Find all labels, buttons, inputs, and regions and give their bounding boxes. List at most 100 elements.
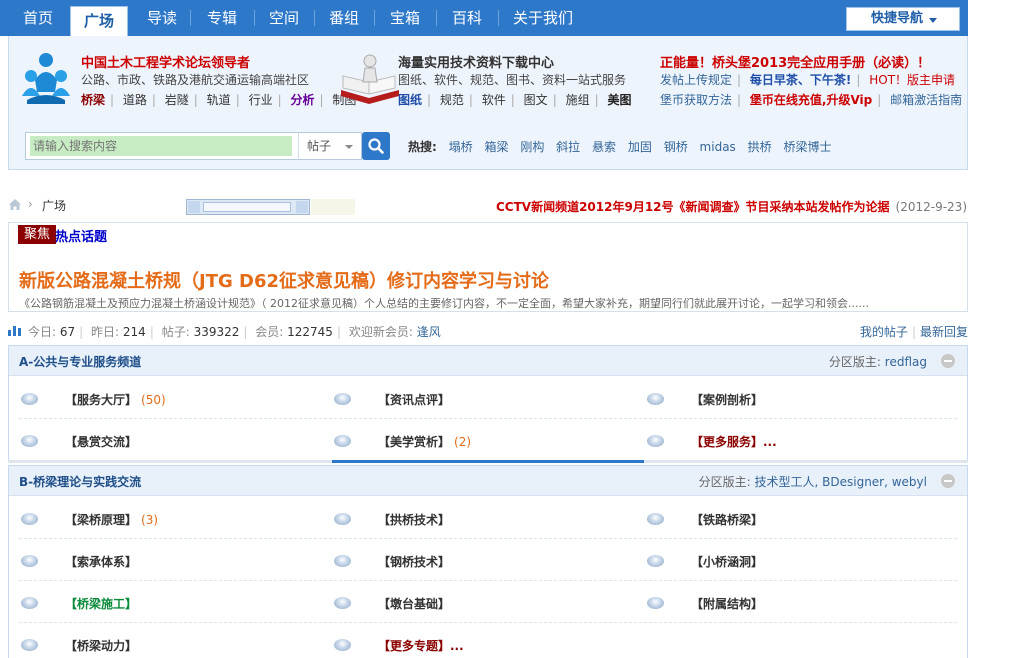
hot-term[interactable]: 钢桥 (664, 140, 688, 154)
forum-title[interactable]: 【案例剖析】 (691, 393, 763, 407)
scrollbar-thumb[interactable] (203, 202, 291, 212)
forum-section-a: A-公共与专业服务频道 分区版主: redflag 【服务大厅】 (50) 【资讯… (8, 345, 968, 461)
link-drawings[interactable]: 图纸 (398, 93, 422, 107)
search-scope-value: 帖子 (307, 139, 332, 153)
link-tunnel[interactable]: 岩隧 (165, 93, 189, 107)
nav-item-plaza[interactable]: 广场 (70, 6, 128, 36)
moderator-link[interactable]: 技术型工人, BDesigner, webyl (755, 475, 928, 489)
moderators-label: 分区版主: (828, 355, 881, 369)
forum-title[interactable]: 【更多服务】... (691, 435, 777, 449)
forum-title[interactable]: 【墩台基础】 (378, 597, 450, 611)
nav-item-treasure[interactable]: 宝箱 (378, 0, 432, 36)
forum-title[interactable]: 【服务大厅】 (65, 393, 137, 407)
link-moderator-apply[interactable]: HOT！版主申请 (869, 73, 955, 87)
community-people-icon (22, 53, 70, 104)
forum-title[interactable]: 【小桥涵洞】 (691, 555, 763, 569)
link-photos[interactable]: 美图 (607, 93, 631, 107)
link-bridge[interactable]: 桥梁 (81, 93, 105, 107)
stat-welcome-label: 欢迎新会员: (348, 325, 413, 339)
nav-item-wiki[interactable]: 百科 (440, 0, 494, 36)
link-road[interactable]: 道路 (123, 93, 147, 107)
link-graphics[interactable]: 图文 (524, 93, 548, 107)
hot-term[interactable]: 塌桥 (449, 140, 473, 154)
promo-middle-links: 图纸 | 规范 | 软件 | 图文 | 施组 | 美图 (398, 93, 632, 107)
search-button[interactable] (362, 132, 390, 160)
forum-name: 【案例剖析】 (691, 391, 763, 408)
nav-item-space[interactable]: 空间 (258, 0, 310, 36)
forum-title[interactable]: 【钢桥技术】 (378, 555, 450, 569)
latest-replies-link[interactable]: 最新回复 (920, 325, 968, 339)
nav-item-home[interactable]: 首页 (14, 0, 62, 36)
link-codes[interactable]: 规范 (440, 93, 464, 107)
nav-item-about[interactable]: 关于我们 (502, 0, 584, 36)
link-analysis[interactable]: 分析 (290, 93, 314, 107)
forum-title[interactable]: 【悬赏交流】 (65, 435, 137, 449)
forum-title[interactable]: 【美学赏析】 (378, 435, 450, 449)
focus-headline[interactable]: 新版公路混凝土桥规（JTG D62征求意见稿）修订内容学习与讨论 (19, 267, 549, 293)
forum-title[interactable]: 【附属结构】 (691, 597, 763, 611)
search-box (25, 132, 299, 160)
search-scope-select[interactable]: 帖子 (298, 132, 362, 160)
hot-term[interactable]: 桥梁博士 (783, 140, 831, 154)
forum-title[interactable]: 【更多专题】... (378, 639, 464, 653)
promo-right-line2: 发帖上传规定 | 每日早茶、下午茶! | HOT！版主申请 (660, 73, 956, 87)
new-member-link[interactable]: 逢风 (417, 325, 441, 339)
stat-today: 67 (59, 325, 76, 339)
collapse-icon[interactable] (941, 474, 955, 488)
link-coins-howto[interactable]: 堡币获取方法 (660, 93, 732, 107)
link-posting-rules[interactable]: 发帖上传规定 (660, 73, 732, 87)
stat-members: 122745 (287, 325, 333, 339)
promo-left-title[interactable]: 中国土木工程学术论坛领导者 (81, 52, 250, 71)
promo-middle-title[interactable]: 海量实用技术资料下载中心 (398, 52, 554, 71)
row-divider (19, 580, 957, 581)
scroll-right-icon[interactable] (296, 201, 308, 213)
hot-term[interactable]: 悬索 (592, 140, 616, 154)
mini-scrollbar[interactable] (186, 199, 310, 215)
scroll-track-extension (311, 199, 355, 215)
search-input[interactable] (30, 136, 292, 156)
forum-name: 【拱桥技术】 (378, 511, 450, 528)
link-rail[interactable]: 轨道 (207, 93, 231, 107)
notice-link[interactable]: CCTV新闻频道2012年9月12号《新闻调查》节目采纳本站发帖作为论据 (496, 200, 890, 214)
forum-name: 【小桥涵洞】 (691, 553, 763, 570)
home-icon[interactable] (8, 198, 22, 211)
nav-item-albums[interactable]: 专辑 (194, 0, 250, 36)
promo-right-title[interactable]: 正能量！桥头堡2013完全应用手册（必读）！ (660, 52, 930, 71)
nav-item-groups[interactable]: 番组 (318, 0, 370, 36)
hot-term[interactable]: 加固 (628, 140, 652, 154)
link-construction-plans[interactable]: 施组 (566, 93, 590, 107)
hot-term[interactable]: midas (700, 140, 736, 154)
link-email-activation[interactable]: 邮箱激活指南 (890, 93, 962, 107)
forum-bullet-icon (334, 393, 351, 405)
forum-title[interactable]: 【桥梁施工】 (65, 597, 137, 611)
forum-title[interactable]: 【资讯点评】 (378, 393, 450, 407)
section-title[interactable]: B-桥梁理论与实践交流 (19, 473, 141, 490)
row-divider (19, 538, 957, 539)
forum-title[interactable]: 【梁桥原理】 (65, 513, 137, 527)
hot-term[interactable]: 拱桥 (748, 140, 772, 154)
hot-term[interactable]: 刚构 (520, 140, 544, 154)
hot-term[interactable]: 箱梁 (484, 140, 508, 154)
section-title[interactable]: A-公共与专业服务频道 (19, 353, 141, 370)
quick-nav-button[interactable]: 快捷导航 (846, 7, 960, 31)
moderators-label: 分区版主: (698, 475, 751, 489)
my-posts-link[interactable]: 我的帖子 (860, 325, 908, 339)
link-recharge-vip[interactable]: 堡币在线充值,升级Vip (750, 93, 872, 107)
link-industry[interactable]: 行业 (249, 93, 273, 107)
bar-chart-icon (8, 326, 21, 336)
scroll-left-icon[interactable] (188, 201, 200, 213)
hot-search-label: 热搜: (408, 140, 437, 154)
collapse-icon[interactable] (941, 354, 955, 368)
link-daily-tea[interactable]: 每日早茶、下午茶! (750, 73, 851, 87)
hot-term[interactable]: 斜拉 (556, 140, 580, 154)
hot-topics-label[interactable]: 热点话题 (55, 226, 107, 245)
forum-title[interactable]: 【拱桥技术】 (378, 513, 450, 527)
forum-title[interactable]: 【索承体系】 (65, 555, 137, 569)
forum-title[interactable]: 【铁路桥梁】 (691, 513, 763, 527)
row-divider (19, 418, 957, 419)
moderator-link[interactable]: redflag (885, 355, 927, 369)
link-software[interactable]: 软件 (482, 93, 506, 107)
forum-name: 【资讯点评】 (378, 391, 450, 408)
forum-title[interactable]: 【桥梁动力】 (65, 639, 137, 653)
nav-item-guide[interactable]: 导读 (136, 0, 188, 36)
